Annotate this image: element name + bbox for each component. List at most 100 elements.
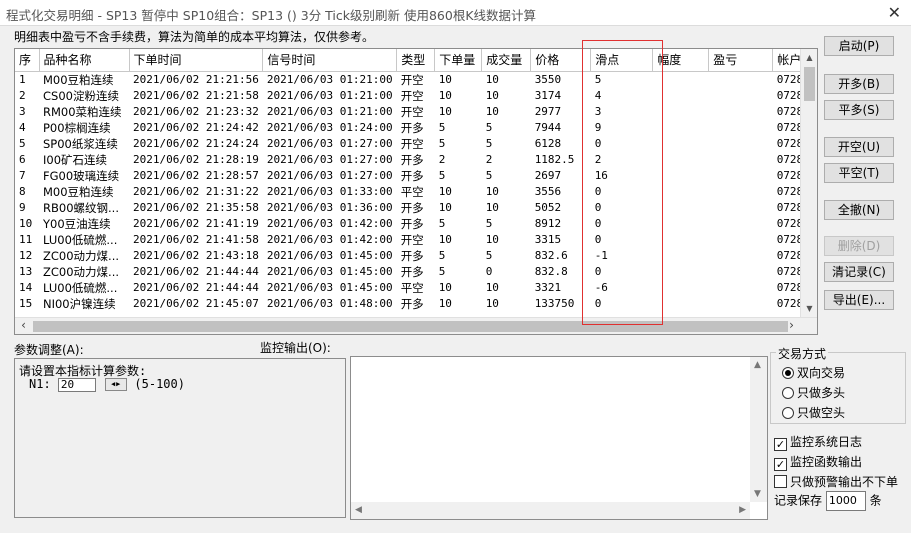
checkbox-func-output[interactable]: ✓ 监控函数输出 [774, 453, 862, 471]
scroll-up-icon[interactable]: ▲ [754, 360, 761, 370]
scroll-down-icon[interactable]: ▼ [801, 300, 817, 317]
table-cell: NI00沪镍连续 [43, 296, 116, 311]
scroll-up-icon[interactable]: ▲ [801, 49, 817, 66]
radio-both-directions[interactable]: 双向交易 [782, 364, 845, 381]
table-row[interactable]: 7 FG00玻璃连续 2021/06/02 21:28:57 2021/06/03 0… [15, 168, 813, 184]
column-header[interactable]: 滑点 [590, 49, 654, 72]
column-header[interactable]: 序 [15, 49, 40, 72]
table-cell: 开多 [400, 248, 424, 263]
table-cell: 13 [19, 265, 33, 278]
grid-vertical-scrollbar[interactable]: ▲ ▼ [800, 49, 817, 317]
notice-text: 明细表中盈亏不含手续费，算法为简单的成本平均算法，仅供参考。 [14, 30, 375, 44]
radio-long-only[interactable]: 只做多头 [782, 384, 845, 401]
table-cell [709, 136, 773, 152]
scroll-left-icon[interactable]: ‹ [15, 318, 32, 334]
table-row[interactable]: 13 ZC00动力煤... 2021/06/02 21:44:44 2021/06/0… [15, 264, 813, 280]
table-row[interactable]: 14 LU00低硫燃... 2021/06/02 21:44:44 2021/06/0… [15, 280, 813, 296]
column-header[interactable]: 品种名称 [39, 49, 130, 72]
param-n1-input[interactable]: 20 [57, 377, 96, 392]
table-cell: 2021/06/02 21:35:58 [133, 201, 259, 214]
column-header[interactable]: 信号时间 [262, 49, 398, 72]
checkmark-icon: ✓ [774, 458, 787, 471]
monitor-output[interactable]: ▲ ▼ ◀ ▶ [350, 356, 768, 520]
params-panel: 请设置本指标计算参数: N1: 20 ◀▶ (5-100) [14, 358, 346, 518]
column-header[interactable]: 盈亏 [708, 49, 774, 72]
close-all-button[interactable]: 全撤(N) [824, 200, 894, 220]
column-header[interactable]: 类型 [396, 49, 436, 72]
column-header[interactable]: 下单量 [434, 49, 483, 72]
table-row[interactable]: 8 M00豆粕连续 2021/06/02 21:31:22 2021/06/03 01… [15, 184, 813, 200]
table-cell: 2021/06/03 01:42:00 [266, 217, 393, 230]
grid-horizontal-scrollbar[interactable]: ‹ › [15, 317, 817, 334]
radio-short-only[interactable]: 只做空头 [782, 404, 845, 421]
column-header[interactable]: 价格 [530, 49, 592, 72]
scroll-left-icon[interactable]: ◀ [355, 505, 362, 515]
table-row[interactable]: 10 Y00豆油连续 2021/06/02 21:41:19 2021/06/03 0… [15, 216, 813, 232]
table-cell [653, 264, 709, 280]
table-cell: 15 [19, 297, 33, 310]
table-cell: M00豆粕连续 [43, 184, 114, 199]
table-cell: 10 [438, 201, 452, 214]
hscroll-thumb[interactable] [33, 321, 788, 332]
scroll-right-icon[interactable]: ▶ [739, 505, 746, 515]
table-cell [653, 200, 709, 216]
table-cell: 3556 [534, 185, 562, 198]
table-cell: 5 [485, 217, 493, 230]
start-button[interactable]: 启动(P) [824, 36, 894, 56]
close-icon[interactable]: ✕ [888, 3, 901, 22]
table-row[interactable]: 6 I00矿石连续 2021/06/02 21:28:19 2021/06/03 01… [15, 152, 813, 168]
open-short-button[interactable]: 开空(U) [824, 137, 894, 157]
table-cell: 2021/06/02 21:28:19 [133, 153, 259, 166]
column-header[interactable]: 幅度 [652, 49, 710, 72]
checkbox-sys-log[interactable]: ✓ 监控系统日志 [774, 433, 862, 451]
table-cell [653, 152, 709, 168]
table-cell: 2021/06/03 01:45:00 [266, 281, 393, 294]
table-cell: 10 [485, 233, 499, 246]
column-header[interactable]: 成交量 [481, 49, 532, 72]
table-cell: LU00低硫燃... [43, 280, 118, 295]
table-cell: 2021/06/03 01:27:00 [266, 169, 393, 182]
spin-arrows-icon[interactable]: ◀▶ [105, 378, 128, 391]
table-cell: 0 [594, 233, 602, 246]
table-cell: 2021/06/02 21:31:22 [133, 185, 259, 198]
table-row[interactable]: 11 LU00低硫燃... 2021/06/02 21:41:58 2021/06/0… [15, 232, 813, 248]
close-short-button[interactable]: 平空(T) [824, 163, 894, 183]
table-row[interactable]: 9 RB00螺纹钢... 2021/06/02 21:35:58 2021/06/03… [15, 200, 813, 216]
table-row[interactable]: 12 ZC00动力煤... 2021/06/02 21:43:18 2021/06/0… [15, 248, 813, 264]
table-cell: 3550 [534, 73, 562, 86]
table-cell: 2021/06/03 01:33:00 [266, 185, 393, 198]
detail-grid[interactable]: 序品种名称 下单时间 信号时间 类型 下单量 成交量 价格 滑点 幅度 盈亏 帐户 1 M00豆粕连续… [14, 48, 818, 335]
table-cell: 开多 [400, 168, 424, 183]
table-cell: LU00低硫燃... [43, 232, 118, 247]
close-long-button[interactable]: 平多(S) [824, 100, 894, 120]
table-row[interactable]: 1 M00豆粕连续 2021/06/02 21:21:56 2021/06/03 01… [15, 71, 813, 88]
table-row[interactable]: 4 P00棕榈连续 2021/06/02 21:24:42 2021/06/03 01… [15, 120, 813, 136]
clear-records-button[interactable]: 清记录(C) [824, 262, 894, 282]
table-cell: 10 [485, 105, 499, 118]
table-cell: 10 [485, 281, 499, 294]
table-cell [653, 280, 709, 296]
scroll-thumb[interactable] [804, 67, 815, 101]
checkbox-alert-only[interactable]: 只做预警输出不下单 [774, 473, 898, 490]
monitor-horizontal-scrollbar[interactable]: ◀ ▶ [351, 502, 750, 519]
monitor-vertical-scrollbar[interactable]: ▲ ▼ [750, 357, 767, 502]
open-long-button[interactable]: 开多(B) [824, 74, 894, 94]
radio-icon [782, 387, 794, 399]
table-cell: 10 [485, 73, 499, 86]
record-keep-row: 记录保存 1000 条 [774, 491, 882, 511]
export-button[interactable]: 导出(E)... [824, 290, 894, 310]
record-keep-input[interactable]: 1000 [825, 491, 866, 511]
table-row[interactable]: 15 NI00沪镍连续 2021/06/02 21:45:07 2021/06/03 … [15, 296, 813, 312]
table-cell: 0 [594, 297, 602, 310]
scroll-right-icon[interactable]: › [783, 318, 800, 334]
table-cell: 14 [19, 281, 33, 294]
table-cell: I00矿石连续 [43, 152, 108, 167]
table-row[interactable]: 5 SP00纸浆连续 2021/06/02 21:24:24 2021/06/03 0… [15, 136, 813, 152]
table-row[interactable]: 3 RM00菜粕连续 2021/06/02 21:23:32 2021/06/03 0… [15, 104, 813, 120]
column-header[interactable]: 下单时间 [129, 49, 264, 72]
table-cell: 5 [19, 137, 26, 150]
table-cell: 2021/06/02 21:44:44 [133, 281, 259, 294]
delete-button[interactable]: 删除(D) [824, 236, 894, 256]
table-row[interactable]: 2 CS00淀粉连续 2021/06/02 21:21:58 2021/06/03 0… [15, 88, 813, 104]
scroll-down-icon[interactable]: ▼ [754, 489, 761, 499]
